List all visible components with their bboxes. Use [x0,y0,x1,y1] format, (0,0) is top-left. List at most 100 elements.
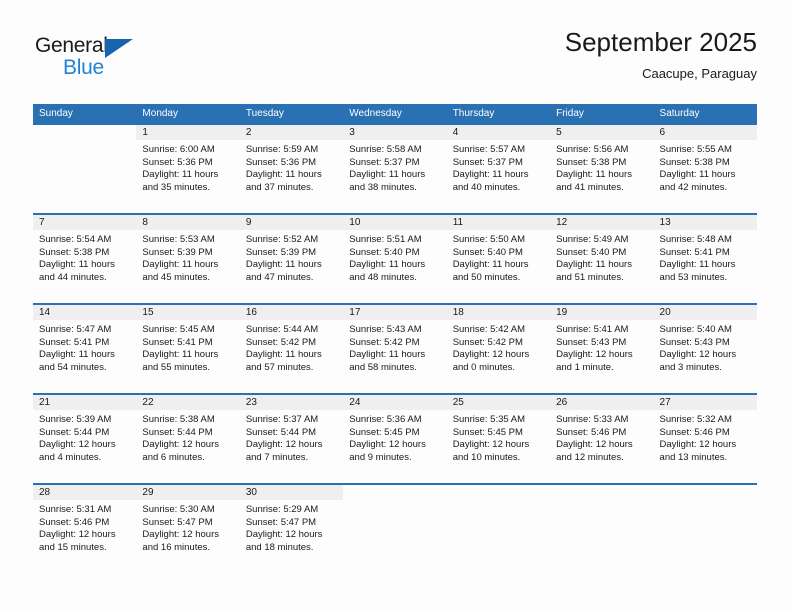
day-cell[interactable]: 26 Sunrise: 5:33 AM Sunset: 5:46 PM Dayligh… [550,395,654,483]
day-cell[interactable]: 24 Sunrise: 5:36 AM Sunset: 5:45 PM Dayligh… [343,395,447,483]
day-number: 16 [239,305,344,320]
day-sunrise-text: Sunrise: 5:39 AM [39,414,112,425]
day-number: 27 [653,395,757,410]
day-sunrise-text: Sunrise: 5:32 AM [659,414,732,425]
logo-text-blue: Blue [63,56,104,79]
day-cell[interactable]: 29 Sunrise: 5:30 AM Sunset: 5:47 PM Dayligh… [136,485,240,573]
weekday-header-sunday: Sunday [39,108,73,119]
weekday-header-monday: Monday [142,108,178,119]
day-cell[interactable]: 17 Sunrise: 5:43 AM Sunset: 5:42 PM Dayligh… [343,305,447,393]
day-cell[interactable]: 18 Sunrise: 5:42 AM Sunset: 5:42 PM Dayligh… [446,305,551,393]
day-cell[interactable]: 27 Sunrise: 5:32 AM Sunset: 5:46 PM Dayligh… [653,395,757,483]
day-number: 13 [653,215,757,230]
general-blue-logo[interactable]: General Blue [35,34,175,90]
day-cell[interactable]: 25 Sunrise: 5:35 AM Sunset: 5:45 PM Dayligh… [446,395,551,483]
day-cell[interactable]: 7 Sunrise: 5:54 AM Sunset: 5:38 PM Daylight… [33,215,137,303]
day-cell[interactable]: 15 Sunrise: 5:45 AM Sunset: 5:41 PM Dayligh… [136,305,240,393]
day-sunrise-text: Sunrise: 5:56 AM [556,144,629,155]
day-sunset-text: Sunset: 5:41 PM [659,246,730,258]
calendar-grid: Sunday Monday Tuesday Wednesday Thursday Frid… [33,104,757,573]
day-cell[interactable]: 20 Sunrise: 5:40 AM Sunset: 5:43 PM Dayligh… [653,305,757,393]
day-sunrise-text: Sunrise: 5:37 AM [245,414,319,425]
day-number: 23 [239,395,344,410]
day-cell-empty [654,485,757,573]
day-daylight-text: Daylight: 12 hours [556,349,633,361]
day-cell[interactable]: 8 Sunrise: 5:53 AM Sunset: 5:39 PM Daylight… [136,215,240,303]
day-cell[interactable]: 22 Sunrise: 5:38 AM Sunset: 5:44 PM Dayligh… [136,395,240,483]
day-sunset-text: Sunset: 5:44 PM [39,426,110,438]
day-daylight-text: and 13 minutes. [659,451,728,463]
day-cell[interactable]: 9 Sunrise: 5:52 AM Sunset: 5:39 PM Daylight… [239,215,344,303]
day-details: Sunrise: 5:56 AM Sunset: 5:38 PM Daylight:… [550,140,653,194]
calendar-week-row: 28 Sunrise: 5:31 AM Sunset: 5:46 PM Dayligh… [33,483,757,573]
day-daylight-text: Daylight: 12 hours [39,529,116,541]
day-cell[interactable]: 16 Sunrise: 5:44 AM Sunset: 5:42 PM Dayligh… [239,305,344,393]
day-daylight-text: Daylight: 11 hours [452,259,529,271]
calendar-page: General Blue September 2025 Caacupe, Par… [0,0,792,612]
day-number [654,485,757,500]
day-details: Sunrise: 5:33 AM Sunset: 5:46 PM Daylight:… [550,410,653,464]
day-number: 9 [239,215,344,230]
day-details: Sunrise: 5:39 AM Sunset: 5:44 PM Daylight:… [33,410,136,464]
day-sunrise-text: Sunrise: 5:44 AM [245,324,319,335]
day-daylight-text: and 44 minutes. [39,271,107,283]
day-daylight-text: Daylight: 12 hours [142,529,219,541]
day-number: 3 [343,125,447,140]
day-cell[interactable]: 11 Sunrise: 5:50 AM Sunset: 5:40 PM Dayligh… [446,215,551,303]
day-daylight-text: Daylight: 12 hours [452,439,530,451]
day-daylight-text: Daylight: 11 hours [556,259,632,271]
day-cell[interactable]: 23 Sunrise: 5:37 AM Sunset: 5:44 PM Dayligh… [239,395,344,483]
day-number [343,485,446,500]
week-cells: 28 Sunrise: 5:31 AM Sunset: 5:46 PM Dayligh… [33,485,757,573]
day-sunrise-text: Sunrise: 5:43 AM [349,324,422,335]
week-cells: 7 Sunrise: 5:54 AM Sunset: 5:38 PM Daylight… [33,215,757,303]
day-daylight-text: Daylight: 11 hours [349,259,426,271]
day-details: Sunrise: 5:32 AM Sunset: 5:46 PM Daylight:… [654,410,757,464]
day-cell[interactable]: 19 Sunrise: 5:41 AM Sunset: 5:43 PM Dayligh… [550,305,654,393]
day-cell[interactable]: 10 Sunrise: 5:51 AM Sunset: 5:40 PM Dayligh… [343,215,447,303]
day-sunrise-text: Sunrise: 5:40 AM [659,324,732,335]
day-number [33,125,136,140]
day-cell[interactable]: 28 Sunrise: 5:31 AM Sunset: 5:46 PM Dayligh… [33,485,137,573]
day-cell-empty [33,125,136,213]
day-sunrise-text: Sunrise: 5:41 AM [556,324,629,335]
day-number: 29 [136,485,240,500]
day-cell[interactable]: 30 Sunrise: 5:29 AM Sunset: 5:47 PM Dayligh… [239,485,344,573]
day-number: 30 [239,485,344,500]
day-sunset-text: Sunset: 5:40 PM [452,246,523,258]
day-daylight-text: Daylight: 11 hours [142,169,219,181]
day-cell[interactable]: 1 Sunrise: 6:00 AM Sunset: 5:36 PM Daylight… [136,125,240,213]
day-daylight-text: Daylight: 12 hours [39,439,116,451]
day-details: Sunrise: 5:35 AM Sunset: 5:45 PM Daylight:… [447,410,550,464]
day-details: Sunrise: 5:45 AM Sunset: 5:41 PM Daylight:… [136,320,239,374]
day-daylight-text: Daylight: 12 hours [142,439,219,451]
day-cell[interactable]: 5 Sunrise: 5:56 AM Sunset: 5:38 PM Daylight… [550,125,654,213]
day-cell[interactable]: 6 Sunrise: 5:55 AM Sunset: 5:38 PM Daylight… [653,125,757,213]
day-sunset-text: Sunset: 5:38 PM [659,156,730,168]
day-sunset-text: Sunset: 5:42 PM [245,336,317,348]
day-number: 11 [446,215,551,230]
calendar-week-row: 14 Sunrise: 5:47 AM Sunset: 5:41 PM Dayligh… [33,303,757,393]
day-daylight-text: and 37 minutes. [245,181,314,193]
day-cell[interactable]: 12 Sunrise: 5:49 AM Sunset: 5:40 PM Dayligh… [550,215,654,303]
day-daylight-text: Daylight: 11 hours [142,349,219,361]
day-cell[interactable]: 3 Sunrise: 5:58 AM Sunset: 5:37 PM Daylight… [343,125,447,213]
day-sunset-text: Sunset: 5:36 PM [142,156,213,168]
day-cell[interactable]: 21 Sunrise: 5:39 AM Sunset: 5:44 PM Dayligh… [33,395,137,483]
day-sunset-text: Sunset: 5:41 PM [142,336,213,348]
day-sunset-text: Sunset: 5:42 PM [452,336,523,348]
day-cell[interactable]: 13 Sunrise: 5:48 AM Sunset: 5:41 PM Dayligh… [653,215,757,303]
day-details: Sunrise: 5:37 AM Sunset: 5:44 PM Daylight:… [240,410,343,464]
day-sunset-text: Sunset: 5:40 PM [556,246,627,258]
day-cell[interactable]: 14 Sunrise: 5:47 AM Sunset: 5:41 PM Dayligh… [33,305,137,393]
day-cell[interactable]: 2 Sunrise: 5:59 AM Sunset: 5:36 PM Daylight… [239,125,344,213]
day-details: Sunrise: 5:47 AM Sunset: 5:41 PM Daylight:… [33,320,136,374]
day-daylight-text: and 40 minutes. [452,181,521,193]
day-number: 18 [446,305,551,320]
day-details: Sunrise: 5:38 AM Sunset: 5:44 PM Daylight:… [136,410,239,464]
day-details: Sunrise: 5:29 AM Sunset: 5:47 PM Daylight:… [240,500,343,554]
day-details: Sunrise: 5:43 AM Sunset: 5:42 PM Daylight:… [343,320,446,374]
calendar-week-row: 1 Sunrise: 6:00 AM Sunset: 5:36 PM Daylight… [33,123,757,213]
location-subtitle: Caacupe, Paraguay [642,66,757,81]
day-cell[interactable]: 4 Sunrise: 5:57 AM Sunset: 5:37 PM Daylight… [446,125,551,213]
